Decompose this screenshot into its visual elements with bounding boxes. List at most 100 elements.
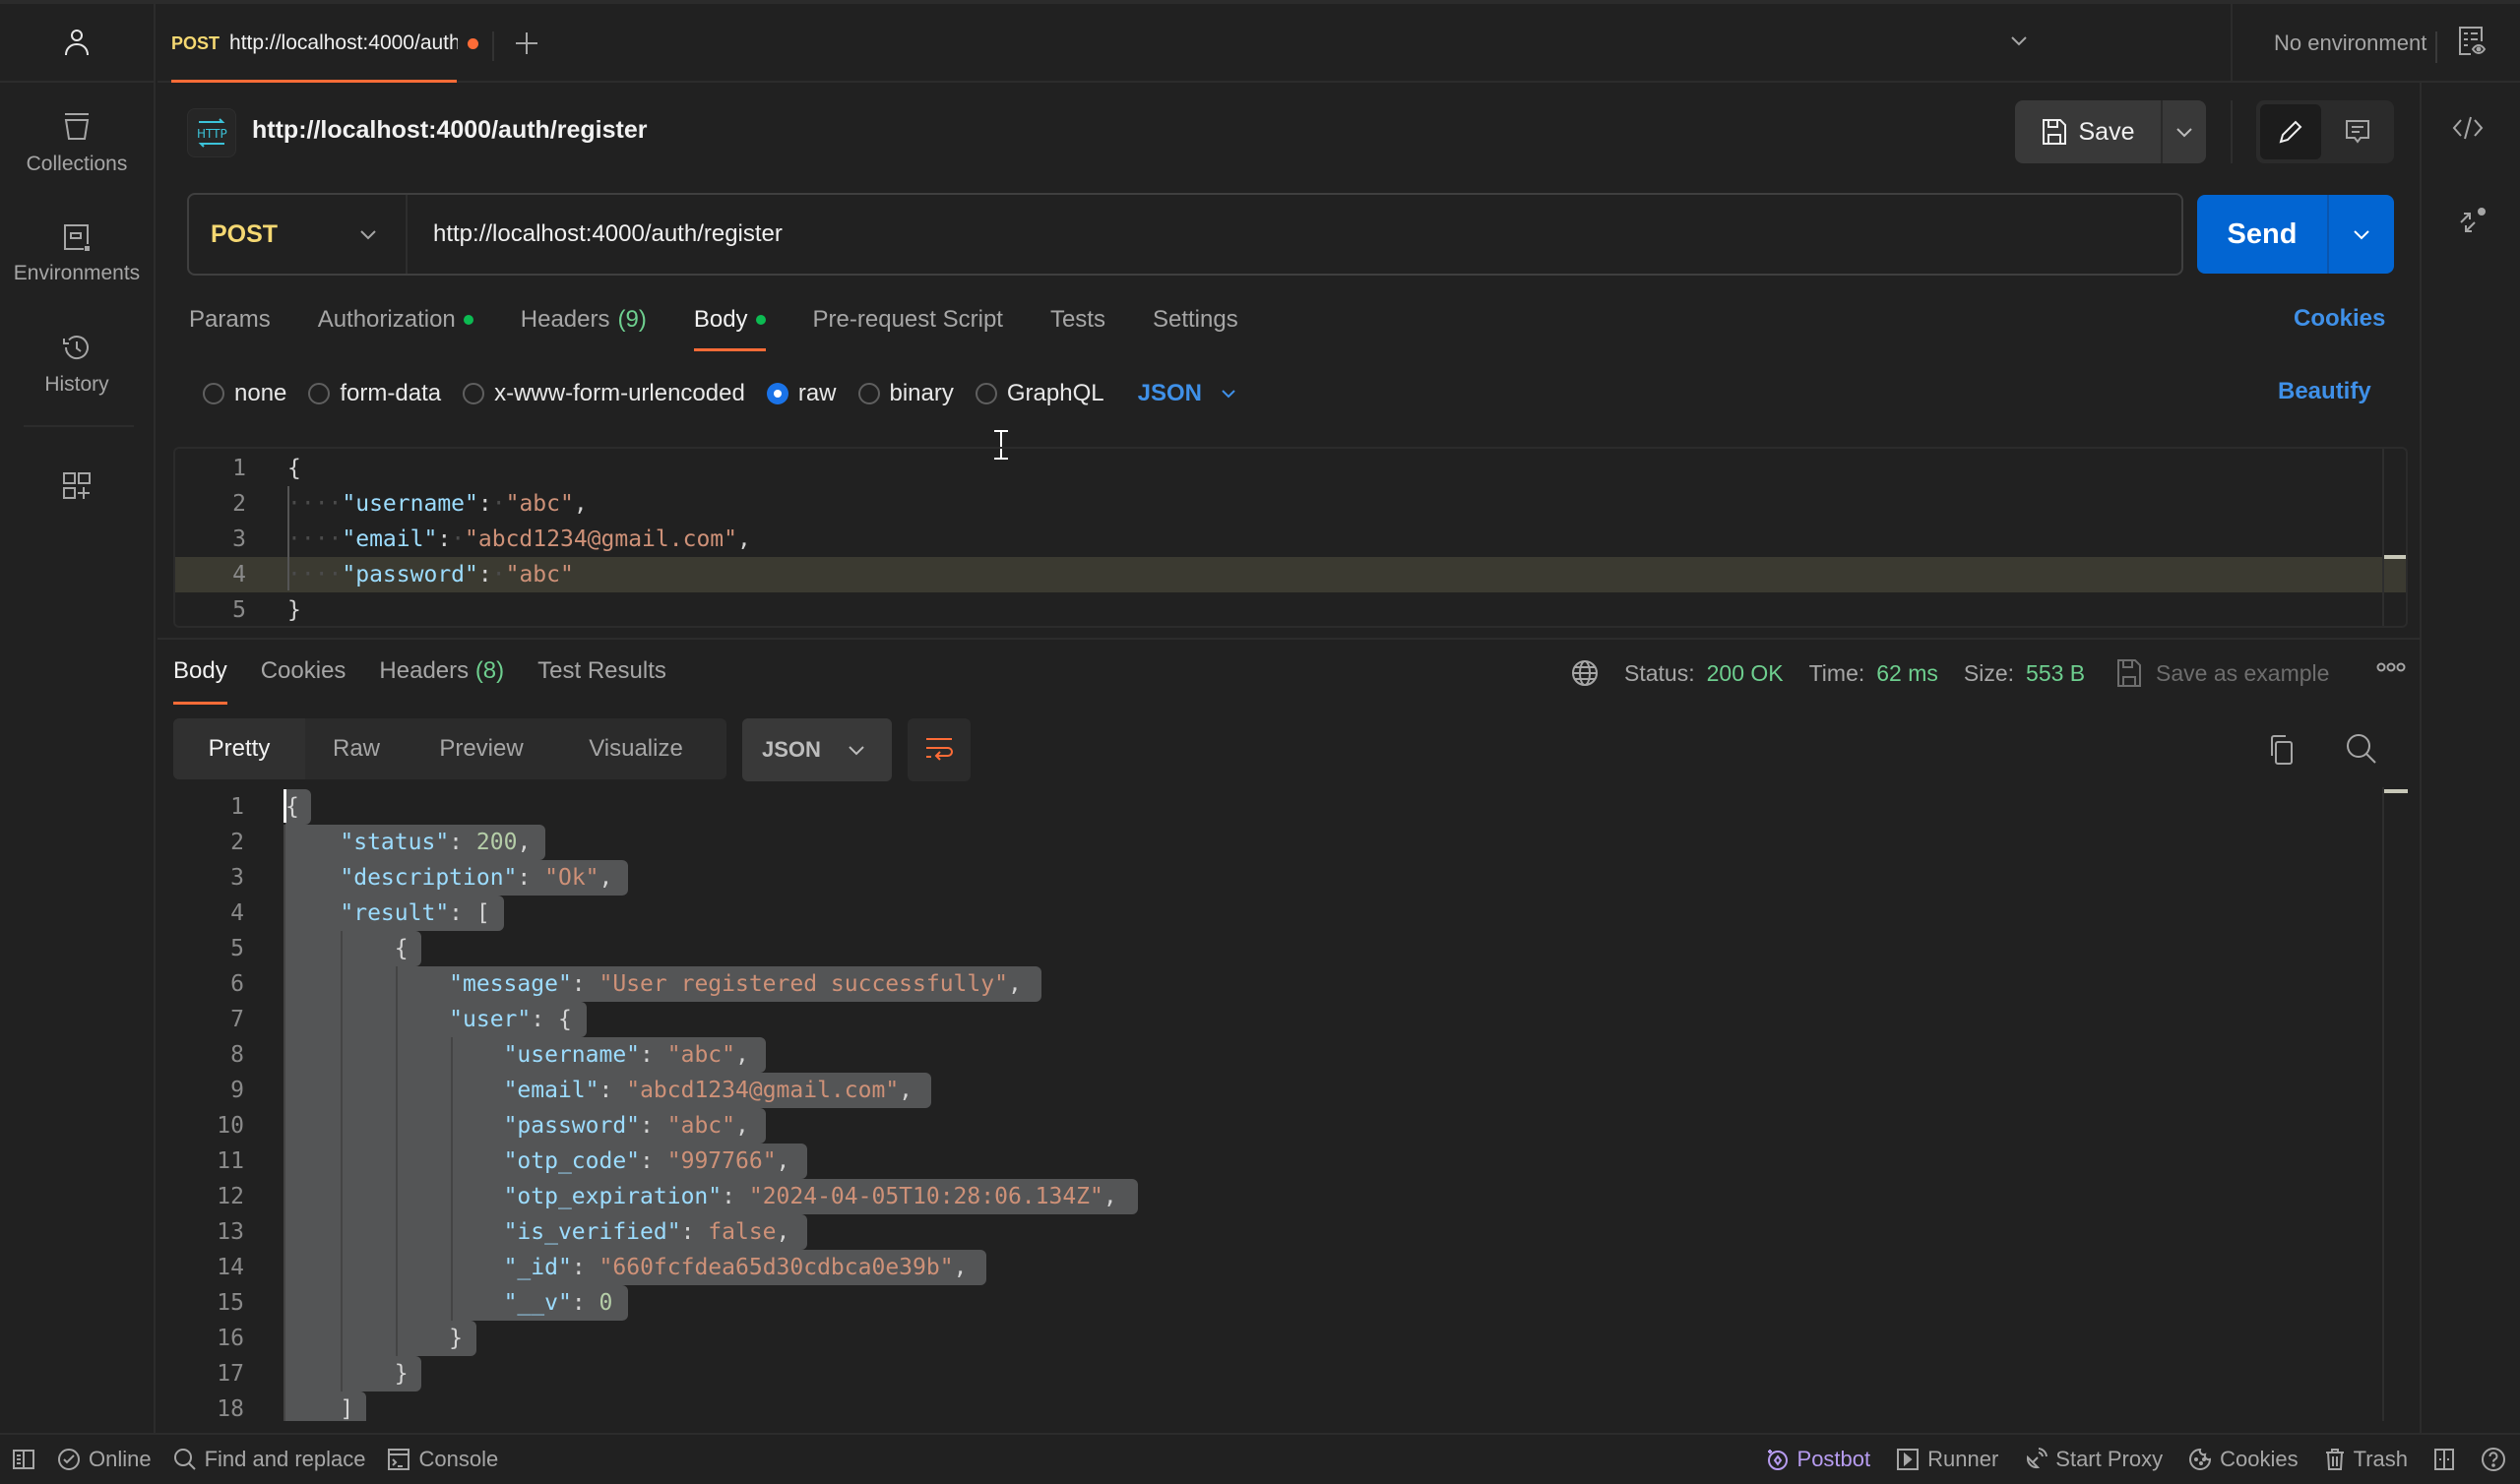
related-collections-button[interactable] [2451,205,2487,240]
comments-button[interactable] [2327,104,2388,159]
edit-button[interactable] [2260,104,2321,159]
method-selector[interactable]: POST [189,195,408,274]
radio-binary[interactable]: binary [857,380,954,407]
console-button[interactable]: Console [387,1447,498,1472]
code-line[interactable]: 9 "email": "abcd1234@gmail.com", [173,1073,2408,1108]
code-line[interactable]: 11 "otp_code": "997766", [173,1144,2408,1179]
view-visualize[interactable]: Visualize [555,718,717,779]
radio-circle[interactable] [463,383,485,404]
find-and-replace-button[interactable]: Find and replace [173,1447,365,1472]
code-line[interactable]: 16 } [173,1321,2408,1356]
copy-response-button[interactable] [2266,734,2296,766]
pane-resize-handle[interactable] [158,638,2420,640]
start-proxy-button[interactable]: Start Proxy [2024,1447,2163,1472]
tab-test-results[interactable]: Test Results [537,649,666,693]
response-body-viewer[interactable]: 1{2 "status": 200, 3 "description": "Ok",… [173,787,2408,1421]
request-tab[interactable]: POST http://localhost:4000/auth/register [171,4,486,83]
two-pane-view-button[interactable] [2433,1448,2455,1471]
online-status[interactable]: Online [57,1447,152,1472]
radio-circle[interactable] [203,383,224,404]
tab-headers[interactable]: Headers (9) [521,295,647,344]
request-body-editor[interactable]: 5} 4 ····"password":·"abc" 3 ····"email":·"a… [173,447,2408,628]
help-button[interactable] [2481,1447,2506,1472]
radio-circle[interactable] [857,383,880,404]
code-line[interactable]: 7 "user": { [173,1002,2408,1037]
code-line[interactable]: 18 ] [173,1391,2408,1421]
code-line[interactable]: 12 "otp_expiration": "2024-04-05T10:28:0… [173,1179,2408,1214]
code-line[interactable]: 10 "password": "abc", [173,1108,2408,1144]
environment-quick-look-button[interactable] [2457,26,2488,57]
sidebar-configure-workspace[interactable] [0,437,154,535]
tab-response-headers[interactable]: Headers (8) [379,649,504,693]
save-button[interactable]: Save [2015,100,2163,163]
code-text: "description": "Ok", [340,865,613,891]
tab-response-body[interactable]: Body [173,649,227,705]
code-line[interactable]: 13 "is_verified": false, [173,1214,2408,1250]
globe-icon[interactable] [1571,659,1599,687]
runner-button[interactable]: Runner [1896,1447,1998,1472]
radio-form-data[interactable]: form-data [308,380,441,407]
code-line[interactable]: 6 "message": "User registered successful… [173,966,2408,1002]
sidebar-item-collections[interactable]: Collections [0,94,154,193]
code-line[interactable]: 1{ [173,789,2408,825]
response-format-dropdown[interactable]: JSON [742,718,892,781]
request-name[interactable]: http://localhost:4000/auth/register [252,116,647,145]
code-line[interactable]: 2 "status": 200, [173,825,2408,860]
radio-none[interactable]: none [203,380,286,407]
status-value[interactable]: 200 OK [1707,660,1784,687]
cookies-link[interactable]: Cookies [2294,305,2385,333]
tab-list-dropdown[interactable] [2008,30,2030,51]
radio-circle[interactable] [975,383,997,404]
code-line[interactable]: 3 "description": "Ok", [173,860,2408,896]
tab-settings[interactable]: Settings [1153,295,1238,344]
tab-params[interactable]: Params [189,295,271,344]
radio-raw[interactable]: raw [766,380,837,407]
save-as-example-button[interactable]: Save as example [2116,653,2329,693]
radio-graphql[interactable]: GraphQL [975,380,1104,407]
tab-pre-request-script[interactable]: Pre-request Script [813,295,1003,344]
cookies-button[interactable]: Cookies [2188,1447,2299,1472]
code-line[interactable]: 2 ····"username":·"abc", [175,486,2406,522]
code-line[interactable]: 17 } [173,1356,2408,1391]
radio-circle[interactable] [308,383,331,404]
code-line[interactable]: 4 "result": [ [173,896,2408,931]
raw-format-dropdown[interactable]: JSON [1138,380,1237,407]
send-options-dropdown[interactable] [2329,195,2394,274]
code-line[interactable]: 4 ····"password":·"abc" [175,557,2406,592]
send-button[interactable]: Send [2197,195,2329,274]
editor-scrollbar-track[interactable] [2382,449,2384,626]
view-pretty[interactable]: Pretty [173,718,305,779]
copy-icon [2266,734,2296,766]
trash-button[interactable]: Trash [2324,1447,2408,1472]
sidebar-item-history[interactable]: History [0,315,154,413]
account-button[interactable] [0,4,154,83]
code-line[interactable]: 5} [175,592,2406,626]
new-tab-button[interactable] [507,24,546,63]
tab-response-cookies[interactable]: Cookies [261,649,346,693]
view-preview[interactable]: Preview [408,718,555,779]
radio-circle-selected[interactable] [766,383,788,404]
code-line[interactable]: 14 "_id": "660fcfdea65d30cdbca0e39b", [173,1250,2408,1285]
code-snippet-button[interactable] [2451,114,2485,142]
radio-x-www-form-urlencoded[interactable]: x-www-form-urlencoded [463,380,745,407]
code-line[interactable]: 1{ [175,451,2406,486]
toggle-sidebar-button[interactable] [12,1448,35,1471]
tab-authorization[interactable]: Authorization [318,295,473,344]
view-raw[interactable]: Raw [305,718,408,779]
size-value[interactable]: 553 B [2026,660,2085,687]
beautify-link[interactable]: Beautify [2278,378,2371,405]
time-value[interactable]: 62 ms [1876,660,1938,687]
tab-body[interactable]: Body [693,295,766,351]
code-line[interactable]: 8 "username": "abc", [173,1037,2408,1073]
tab-tests[interactable]: Tests [1050,295,1105,344]
code-line[interactable]: 15 "__v": 0 [173,1285,2408,1321]
code-line[interactable]: 3 ····"email":·"abcd1234@gmail.com", [175,522,2406,557]
more-options-button[interactable] [2376,661,2406,673]
save-options-dropdown[interactable] [2163,100,2206,163]
url-input[interactable] [408,195,2181,274]
code-line[interactable]: 5 { [173,931,2408,966]
wrap-lines-button[interactable] [908,718,971,781]
sidebar-item-environments[interactable]: Environments [0,205,154,303]
postbot-button[interactable]: Postbot [1766,1447,1870,1472]
search-response-button[interactable] [2345,732,2378,766]
